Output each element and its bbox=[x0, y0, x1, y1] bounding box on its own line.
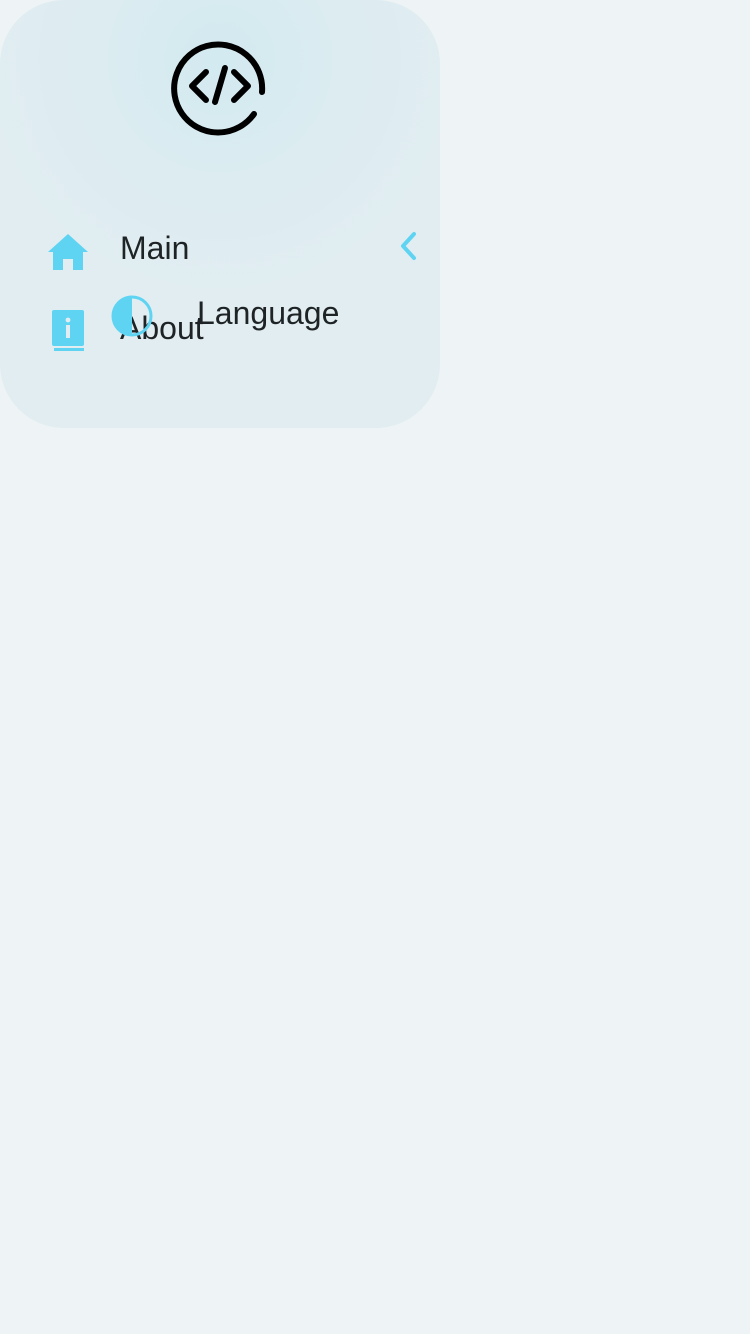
code-circle-icon bbox=[171, 41, 266, 136]
menu-item-label: Language bbox=[197, 295, 340, 331]
chevron-left-icon[interactable] bbox=[394, 228, 422, 264]
navigation-drawer: Main About Language bbox=[0, 0, 440, 428]
book-info-icon bbox=[52, 310, 84, 351]
menu-item-language[interactable]: Language bbox=[100, 286, 360, 342]
menu-item-main[interactable]: Main bbox=[0, 220, 440, 280]
menu-item-label: Main bbox=[120, 230, 190, 266]
home-icon bbox=[48, 234, 88, 270]
contrast-half-circle-icon bbox=[111, 295, 153, 337]
